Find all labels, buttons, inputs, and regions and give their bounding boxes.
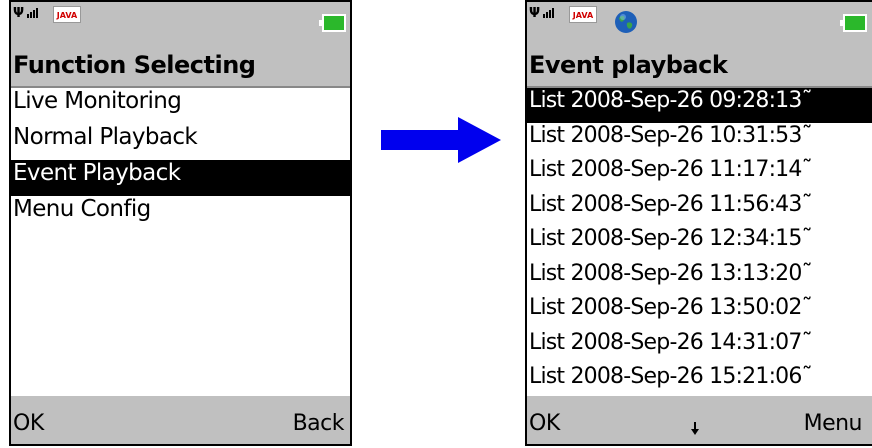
event-list-item[interactable]: List 2008-Sep-26 10:31:53˜ <box>527 123 872 158</box>
battery-icon <box>319 14 346 32</box>
event-list-item[interactable]: List 2008-Sep-26 13:13:20˜ <box>527 261 872 296</box>
softkey-bar: OK Back <box>11 396 350 444</box>
function-menu: Live Monitoring Normal Playback Event Pl… <box>11 88 350 232</box>
status-bar: Ψ JAVA <box>11 2 350 44</box>
right-arrow-icon <box>381 117 501 163</box>
event-list-item[interactable]: List 2008-Sep-26 09:28:13˜ <box>527 88 872 123</box>
antenna-icon: Ψ <box>13 6 24 21</box>
phone-screen-function-selecting: Ψ JAVA Function Selecting Live Monitorin… <box>9 0 352 446</box>
battery-icon <box>840 14 867 32</box>
event-list-item[interactable]: List 2008-Sep-26 12:34:15˜ <box>527 226 872 261</box>
status-bar: Ψ JAVA <box>527 2 872 44</box>
softkey-bar: OK Menu <box>527 396 872 444</box>
menu-item-normal-playback[interactable]: Normal Playback <box>11 124 350 160</box>
ok-softkey[interactable]: OK <box>529 411 560 436</box>
globe-icon <box>615 11 637 33</box>
phone-screen-event-playback: Ψ JAVA Event playback List 2008-Sep-26 0… <box>525 0 872 446</box>
event-list-item[interactable]: List 2008-Sep-26 13:50:02˜ <box>527 295 872 330</box>
signal-strength-icon <box>543 8 554 18</box>
event-list-item[interactable]: List 2008-Sep-26 11:56:43˜ <box>527 192 872 227</box>
scroll-down-icon <box>691 422 699 435</box>
menu-item-menu-config[interactable]: Menu Config <box>11 196 350 232</box>
comparison-stage: Ψ JAVA Function Selecting Live Monitorin… <box>0 0 872 448</box>
menu-softkey[interactable]: Menu <box>804 411 863 436</box>
ok-softkey[interactable]: OK <box>13 411 44 436</box>
event-list-item[interactable]: List 2008-Sep-26 15:21:06˜ <box>527 364 872 398</box>
event-list: List 2008-Sep-26 09:28:13˜ List 2008-Sep… <box>527 88 872 398</box>
event-list-item[interactable]: List 2008-Sep-26 14:31:07˜ <box>527 330 872 365</box>
antenna-icon: Ψ <box>529 6 540 21</box>
java-badge: JAVA <box>53 6 81 23</box>
signal-strength-icon <box>27 8 38 18</box>
screen-title: Function Selecting <box>11 44 350 88</box>
menu-item-event-playback[interactable]: Event Playback <box>11 160 350 196</box>
event-list-item[interactable]: List 2008-Sep-26 11:17:14˜ <box>527 157 872 192</box>
back-softkey[interactable]: Back <box>293 411 345 436</box>
menu-item-live-monitoring[interactable]: Live Monitoring <box>11 88 350 124</box>
java-badge: JAVA <box>569 6 597 23</box>
screen-title: Event playback <box>527 44 872 88</box>
